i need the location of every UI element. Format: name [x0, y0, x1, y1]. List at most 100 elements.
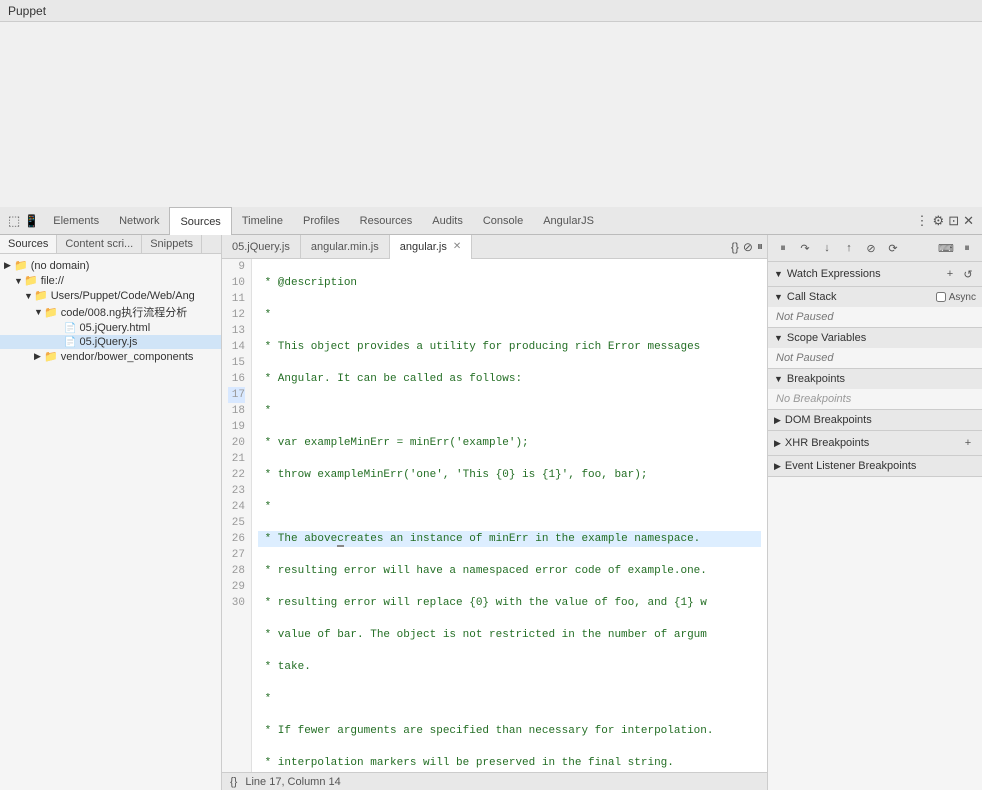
customize-icon[interactable]: ⋮: [916, 213, 929, 229]
arrow-icon: ▼: [34, 307, 44, 317]
step-into-button[interactable]: ↓: [818, 239, 836, 257]
tree-item-vendor[interactable]: ▶ 📁 vendor/bower_components: [0, 349, 221, 364]
breakpoints-icon[interactable]: ⊘: [743, 240, 753, 254]
pretty-print-button[interactable]: ⏸: [958, 239, 976, 257]
sources-tab-sources[interactable]: Sources: [0, 235, 57, 253]
tab-timeline[interactable]: Timeline: [232, 207, 293, 235]
app-title-text: Puppet: [8, 4, 46, 18]
folder-icon: 📁: [24, 274, 38, 287]
arrow-icon: ▼: [14, 276, 24, 286]
add-watch-button[interactable]: +: [942, 266, 958, 282]
devtools-toolbar-left: ⬚ 📱: [4, 213, 43, 229]
tab-network[interactable]: Network: [109, 207, 169, 235]
tab-profiles[interactable]: Profiles: [293, 207, 350, 235]
tree-item-no-domain[interactable]: ▶ 📁 (no domain): [0, 258, 221, 273]
tree-item-users-puppet[interactable]: ▼ 📁 Users/Puppet/Code/Web/Ang: [0, 288, 221, 303]
async-checkbox[interactable]: [936, 292, 946, 302]
code-tab-close-icon[interactable]: ✕: [453, 241, 461, 252]
pause-button[interactable]: ⏸: [774, 239, 792, 257]
sources-tab-content-scripts[interactable]: Content scri...: [57, 235, 142, 253]
xhr-breakpoints-header[interactable]: ▶ XHR Breakpoints +: [768, 431, 982, 455]
async-call-stack-button[interactable]: ⟳: [884, 239, 902, 257]
code-content[interactable]: * @description * * This object provides …: [252, 259, 767, 772]
event-listener-breakpoints-header[interactable]: ▶ Event Listener Breakpoints: [768, 456, 982, 476]
code-tabs: 05.jQuery.js angular.min.js angular.js ✕…: [222, 235, 767, 259]
tree-item-jquery-html[interactable]: 📄 05.jQuery.html: [0, 321, 221, 335]
code-editor-panel: 05.jQuery.js angular.min.js angular.js ✕…: [222, 235, 767, 790]
step-over-button[interactable]: ↷: [796, 239, 814, 257]
tab-elements[interactable]: Elements: [43, 207, 109, 235]
app-title: Puppet: [0, 0, 982, 22]
code-tab-controls: {} ⊘ ⏸: [727, 239, 767, 254]
arrow-icon: ▼: [774, 333, 783, 343]
code-tab-angular[interactable]: angular.js ✕: [390, 235, 472, 259]
debugger-panel: ⏸ ↷ ↓ ↑ ⊘ ⟳ ⌨ ⏸ ▼ Watch Expressions +: [767, 235, 982, 790]
code-tab-jquery-js[interactable]: 05.jQuery.js: [222, 235, 301, 259]
status-text: Line 17, Column 14: [245, 776, 340, 788]
console-drawer-button[interactable]: ⌨: [937, 239, 955, 257]
deactivate-breakpoints-button[interactable]: ⊘: [862, 239, 880, 257]
add-xhr-button[interactable]: +: [960, 435, 976, 451]
async-text: Async: [949, 292, 976, 303]
tree-label: vendor/bower_components: [61, 351, 194, 363]
arrow-icon: ▶: [774, 461, 781, 472]
arrow-icon: ▶: [774, 415, 781, 426]
tab-resources[interactable]: Resources: [350, 207, 423, 235]
tree-item-jquery-js[interactable]: 📄 05.jQuery.js: [0, 335, 221, 349]
tree-item-code-008[interactable]: ▼ 📁 code/008.ng执行流程分析: [0, 303, 221, 321]
watch-section-controls: + ↺: [942, 266, 976, 282]
tree-label: 05.jQuery.js: [79, 336, 137, 348]
code-tab-label: angular.js: [400, 241, 447, 253]
code-status-bar: {} Line 17, Column 14: [222, 772, 767, 790]
call-stack-header[interactable]: ▼ Call Stack Async: [768, 287, 982, 307]
line-numbers: 910111213 1415161718 1920212223 24252627…: [222, 259, 252, 772]
watch-expressions-section: ▼ Watch Expressions + ↺: [768, 262, 982, 287]
devtools-container: ⬚ 📱 Elements Network Sources Timeline Pr…: [0, 207, 982, 790]
refresh-watch-button[interactable]: ↺: [960, 266, 976, 282]
code-tab-angular-min[interactable]: angular.min.js: [301, 235, 390, 259]
async-label: Async: [936, 292, 976, 303]
sources-left-panel: Sources Content scri... Snippets ▶ 📁 (no…: [0, 235, 222, 790]
breakpoints-header[interactable]: ▼ Breakpoints: [768, 369, 982, 389]
section-label: Call Stack: [787, 291, 837, 303]
breakpoints-content: No Breakpoints: [768, 389, 982, 409]
device-icon[interactable]: 📱: [24, 214, 39, 228]
dock-icon[interactable]: ⊡: [948, 213, 959, 229]
tab-audits[interactable]: Audits: [422, 207, 473, 235]
inspect-icon[interactable]: ⬚: [8, 213, 20, 229]
sources-tab-snippets[interactable]: Snippets: [142, 235, 202, 253]
folder-icon: 📁: [34, 289, 48, 302]
tree-label: Users/Puppet/Code/Web/Ang: [51, 290, 195, 302]
xhr-breakpoints-section: ▶ XHR Breakpoints +: [768, 431, 982, 456]
step-out-button[interactable]: ↑: [840, 239, 858, 257]
watch-expressions-header[interactable]: ▼ Watch Expressions + ↺: [768, 262, 982, 286]
tab-sources[interactable]: Sources: [169, 207, 231, 235]
code-tab-label: angular.min.js: [311, 241, 379, 253]
settings-icon[interactable]: ⚙: [933, 213, 945, 229]
dom-breakpoints-header[interactable]: ▶ DOM Breakpoints: [768, 410, 982, 430]
close-devtools-icon[interactable]: ✕: [963, 213, 974, 229]
section-label: Breakpoints: [787, 373, 845, 385]
breakpoints-section: ▼ Breakpoints No Breakpoints: [768, 369, 982, 410]
scope-variables-header[interactable]: ▼ Scope Variables: [768, 328, 982, 348]
arrow-icon: ▶: [4, 260, 14, 271]
tree-label: 05.jQuery.html: [79, 322, 150, 334]
pause-icon[interactable]: ⏸: [757, 239, 763, 254]
arrow-icon: ▶: [34, 351, 44, 362]
pretty-print-icon[interactable]: {}: [731, 240, 739, 254]
tree-item-file[interactable]: ▼ 📁 file://: [0, 273, 221, 288]
arrow-icon: ▼: [24, 291, 34, 301]
code-tab-label: 05.jQuery.js: [232, 241, 290, 253]
tree-label: file://: [41, 275, 64, 287]
browser-chrome-area: [0, 22, 982, 207]
tree-label: code/008.ng执行流程分析: [61, 304, 188, 320]
tab-angularjs[interactable]: AngularJS: [533, 207, 604, 235]
folder-icon: 📁: [44, 350, 58, 363]
arrow-icon: ▶: [774, 438, 781, 449]
section-label: XHR Breakpoints: [785, 437, 869, 449]
section-label: Watch Expressions: [787, 268, 881, 280]
tab-console[interactable]: Console: [473, 207, 533, 235]
file-icon: 📄: [64, 337, 76, 348]
scope-variables-section: ▼ Scope Variables Not Paused: [768, 328, 982, 369]
arrow-icon: ▼: [774, 292, 783, 302]
